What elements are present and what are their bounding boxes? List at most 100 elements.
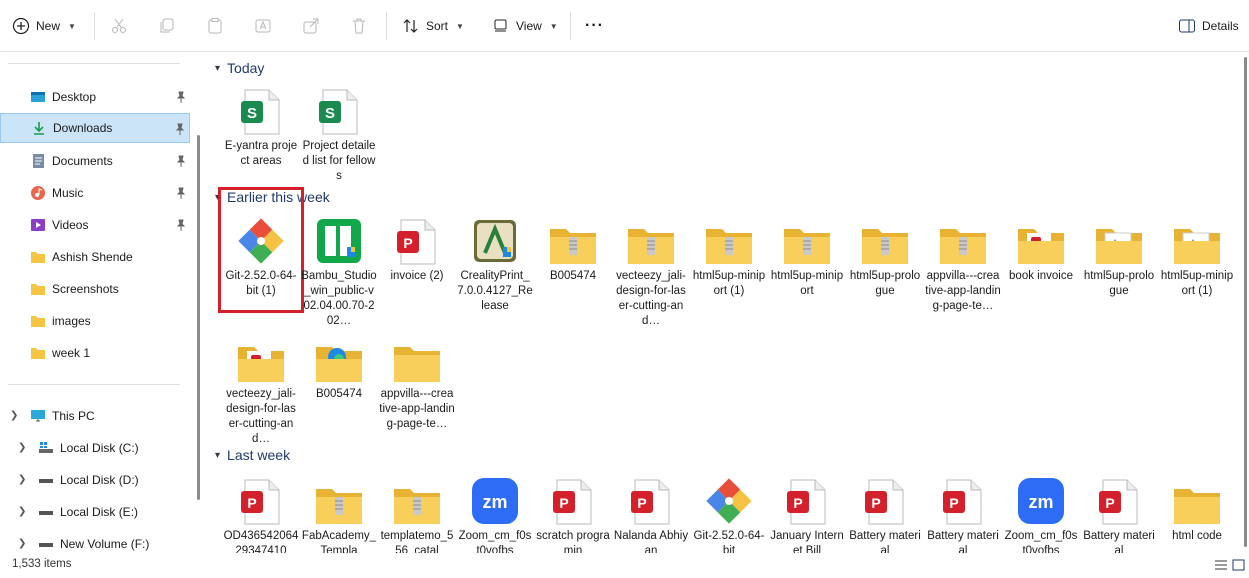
file-item[interactable]: templatemo_556_catal (379, 473, 455, 553)
file-item[interactable]: S E-yantra project areas (223, 83, 299, 203)
sidebar-item-label: images (52, 314, 91, 328)
pdf-folder-icon (1015, 213, 1067, 265)
svg-text:P: P (1105, 495, 1114, 511)
file-item[interactable]: P OD43654206429347410 (223, 473, 299, 553)
file-name: html5up-prologue (849, 270, 921, 297)
large-icons-view-icon[interactable] (1232, 559, 1246, 571)
pin-icon[interactable] (175, 123, 185, 135)
sidebar-item-drive-e[interactable]: Local Disk (E:) (0, 497, 190, 527)
svg-text:S: S (325, 105, 335, 122)
file-name: Battery material (849, 530, 921, 553)
file-item[interactable]: vecteezy_jali-design-for-laser-cutting-a… (223, 331, 299, 451)
sidebar-item-music[interactable]: Music (0, 178, 190, 208)
scrollbar-thumb[interactable] (1244, 57, 1247, 547)
content-scrollbar[interactable] (1243, 53, 1249, 553)
pdf-icon: P (235, 473, 287, 525)
copy-button[interactable] (158, 11, 176, 41)
file-item[interactable]: P Battery material (925, 473, 1001, 553)
sidebar-item-screenshots[interactable]: Screenshots (0, 274, 190, 304)
new-button[interactable]: New ▼ (12, 11, 76, 41)
new-label: New (36, 19, 61, 33)
drive-icon (38, 536, 54, 552)
delete-button[interactable] (350, 11, 368, 41)
sidebar-item-drive-c[interactable]: Local Disk (C:) (0, 433, 190, 463)
sidebar-item-documents[interactable]: Documents (0, 146, 190, 176)
sidebar-item-label: Music (52, 186, 84, 200)
file-item[interactable]: S Project detailed list for fellows (301, 83, 377, 203)
cut-button[interactable] (110, 11, 128, 41)
file-item[interactable]: html5up-miniport (1) (691, 213, 767, 333)
sidebar-item-downloads[interactable]: Downloads (0, 113, 190, 143)
file-name: Nalanda Abhiyan (613, 530, 689, 553)
file-item[interactable]: html5up-prologue (847, 213, 923, 333)
nav-divider (8, 63, 180, 64)
file-item[interactable]: P Battery material (1081, 473, 1157, 553)
details-view-icon[interactable] (1214, 559, 1228, 571)
file-item[interactable]: CrealityPrint_7.0.0.4127_Release (457, 213, 533, 333)
git-icon (235, 213, 287, 265)
details-pane-button[interactable]: Details (1178, 11, 1239, 41)
file-item[interactable]: Pinvoice (2) (379, 213, 455, 333)
item-count: 1,533 items (12, 558, 72, 570)
sidebar-item-label: Desktop (52, 90, 97, 104)
sidebar-scrollbar[interactable] (197, 135, 200, 500)
sidebar-item-desktop[interactable]: Desktop (0, 82, 190, 112)
file-item[interactable]: appvilla---creative-app-landing-page-te… (379, 331, 455, 451)
folder-icon (391, 331, 443, 383)
file-item[interactable]: zm Zoom_cm_f0st0vofbs (1003, 473, 1079, 553)
sort-button[interactable]: Sort ▼ (402, 11, 464, 41)
file-item[interactable]: html5up-prologue (1081, 213, 1157, 333)
sidebar-item-label: Screenshots (52, 282, 119, 296)
rename-button[interactable] (254, 11, 272, 41)
share-icon (302, 17, 320, 35)
folder-icon (1171, 473, 1223, 525)
pin-icon[interactable] (176, 219, 186, 231)
file-item[interactable]: vecteezy_jali-design-for-laser-cutting-a… (613, 213, 689, 333)
view-button[interactable]: View ▼ (492, 11, 558, 41)
sidebar-item-videos[interactable]: Videos (0, 210, 190, 240)
pin-icon[interactable] (176, 91, 186, 103)
sidebar-item-label: Videos (52, 218, 89, 232)
more-options-button[interactable]: ··· (585, 11, 604, 41)
sidebar-item-images[interactable]: images (0, 306, 190, 336)
file-item[interactable]: Git-2.52.0-64-bit (691, 473, 767, 553)
file-item[interactable]: P January Internet Bill (769, 473, 845, 553)
file-item[interactable]: P Nalanda Abhiyan (613, 473, 689, 553)
music-icon (30, 185, 46, 201)
pdf-icon: P (937, 473, 989, 525)
zoom-icon: zm (469, 473, 521, 525)
sidebar-item-label: Documents (52, 154, 113, 168)
sheets-icon: S (235, 83, 287, 135)
zip-folder-icon (625, 213, 677, 265)
file-item[interactable]: Git-2.52.0-64-bit (1) (223, 213, 299, 333)
file-item[interactable]: B005474 (301, 331, 377, 451)
paste-button[interactable] (206, 11, 224, 41)
file-item[interactable]: B005474 (535, 213, 611, 333)
file-item[interactable]: P Battery material (847, 473, 923, 553)
sidebar-item-ashish-shende[interactable]: Ashish Shende (0, 242, 190, 272)
pin-icon[interactable] (176, 155, 186, 167)
file-item[interactable]: html5up-miniport (1) (1159, 213, 1235, 333)
sidebar-item-drive-d[interactable]: Local Disk (D:) (0, 465, 190, 495)
file-item[interactable]: appvilla---creative-app-landing-page-te… (925, 213, 1001, 333)
file-item[interactable]: Bambu_Studio_win_public-v02.04.00.70-202… (301, 213, 377, 333)
group-header-today[interactable]: ▾ Today (215, 58, 264, 78)
sidebar-item-this-pc[interactable]: This PC (0, 401, 190, 431)
file-name: B005474 (315, 388, 363, 400)
view-icon (492, 17, 510, 35)
file-item[interactable]: Pscratch programin (535, 473, 611, 553)
sidebar-item-week-1[interactable]: week 1 (0, 338, 190, 368)
plus-circle-icon (12, 17, 30, 35)
file-item[interactable]: FabAcademy_Templa (301, 473, 377, 553)
documents-icon (30, 153, 46, 169)
pin-icon[interactable] (176, 187, 186, 199)
drive-icon (38, 504, 54, 520)
file-name: html5up-miniport (1) (692, 270, 766, 297)
toolbar-divider (94, 12, 95, 40)
share-button[interactable] (302, 11, 320, 41)
file-item[interactable]: zm Zoom_cm_f0st0vofbs (457, 473, 533, 553)
file-item[interactable]: html code (1159, 473, 1235, 553)
file-item[interactable]: html5up-miniport (769, 213, 845, 333)
view-label: View (516, 19, 542, 33)
file-item[interactable]: book invoice (1003, 213, 1079, 333)
